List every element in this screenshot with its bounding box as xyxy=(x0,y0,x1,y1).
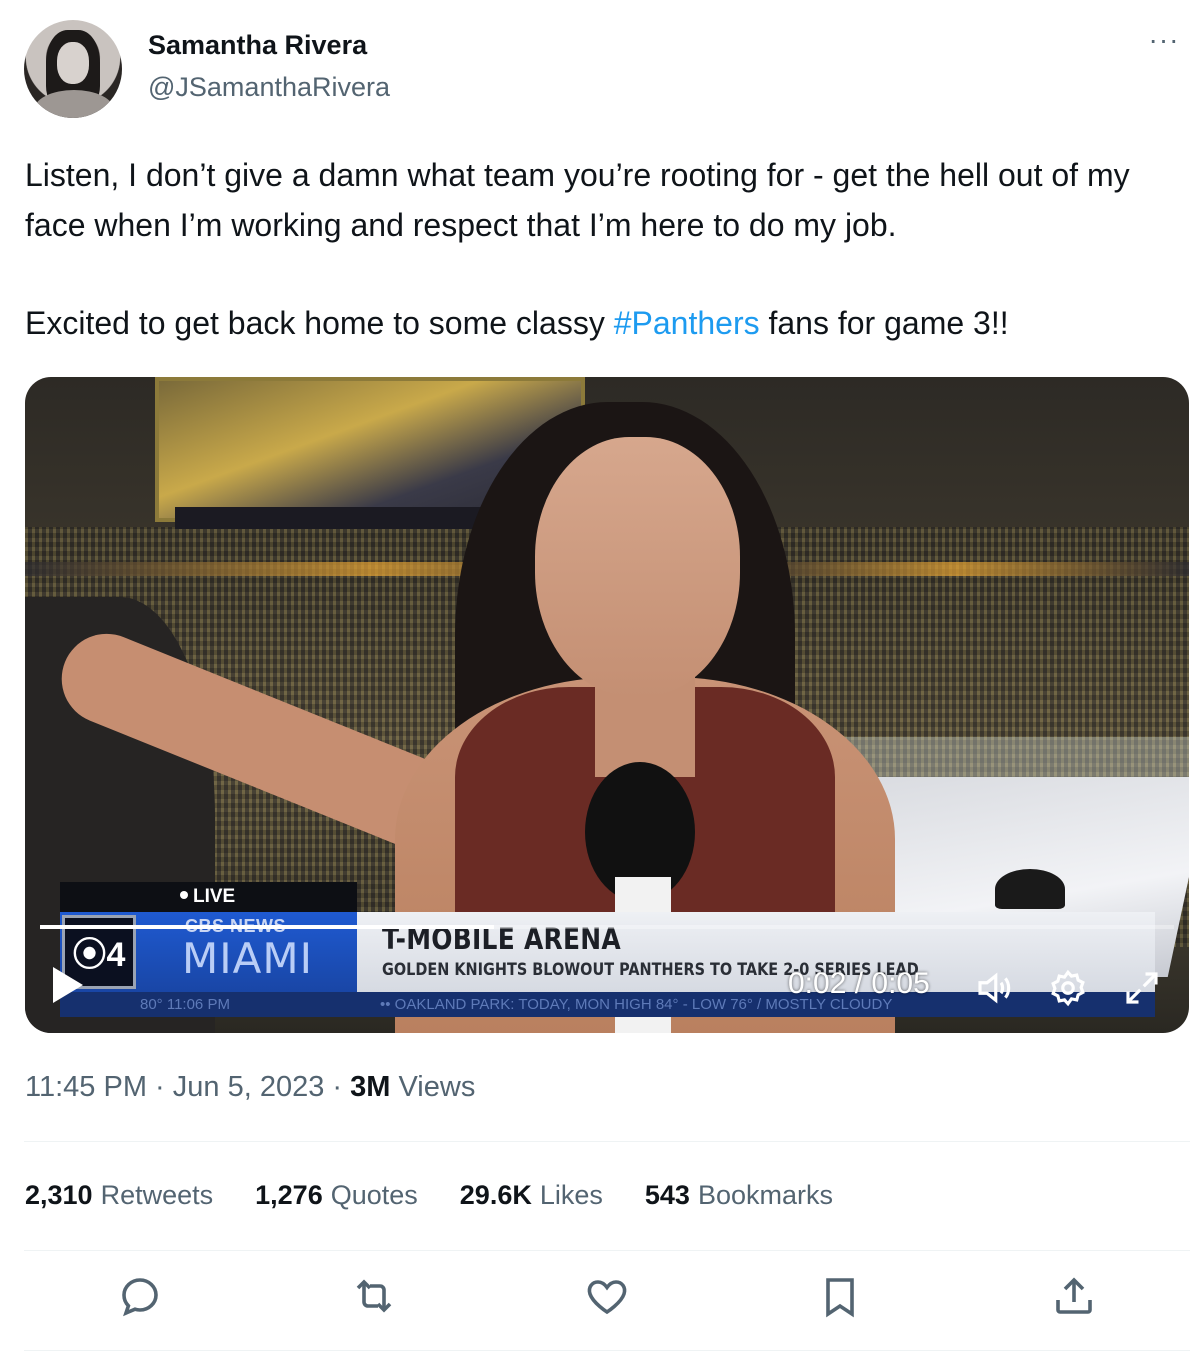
author-name[interactable]: Samantha Rivera xyxy=(148,30,367,61)
bookmark-icon[interactable] xyxy=(816,1272,864,1320)
heart-icon[interactable] xyxy=(583,1272,631,1320)
engagement-stats: 2,310 Retweets 1,276 Quotes 29.6K Likes 543… xyxy=(25,1180,875,1216)
stat-bookmarks[interactable]: 543 Bookmarks xyxy=(645,1180,833,1216)
tweet-text: Listen, I don’t give a damn what team yo… xyxy=(25,150,1185,348)
stat-label: Quotes xyxy=(330,1180,418,1210)
author-handle[interactable]: @JSamanthaRivera xyxy=(148,72,390,103)
stat-count: 543 xyxy=(644,1180,690,1210)
tweet-paragraph-1: Listen, I don’t give a damn what team yo… xyxy=(25,157,1139,243)
views-label: Views xyxy=(398,1071,476,1103)
video-time: 0:02 / 0:05 xyxy=(788,967,930,1000)
stat-label: Likes xyxy=(539,1180,603,1210)
video-progress-bar[interactable] xyxy=(40,925,1174,929)
action-bar xyxy=(0,1272,1200,1332)
tweet-paragraph-2: Excited to get back home to some classy … xyxy=(25,298,1185,348)
stat-count: 2,310 xyxy=(25,1180,93,1210)
city-name: MIAMI xyxy=(182,934,313,983)
stat-count: 1,276 xyxy=(255,1180,323,1210)
divider xyxy=(24,1350,1190,1351)
stat-retweets[interactable]: 2,310 Retweets xyxy=(25,1180,213,1216)
tweet-time[interactable]: 11:45 PM xyxy=(25,1071,147,1103)
tweet-text-segment: fans for game 3!! xyxy=(759,305,1009,341)
station-number: 4 xyxy=(106,936,126,974)
tweet-date[interactable]: Jun 5, 2023 xyxy=(173,1071,325,1103)
play-icon[interactable] xyxy=(53,967,83,1003)
hashtag-link[interactable]: #Panthers xyxy=(614,305,760,341)
video-player[interactable]: LIVE ⦿4 CBS NEWS MIAMI T-MOBILE ARENA GO… xyxy=(25,377,1189,1033)
settings-gear-icon[interactable] xyxy=(1047,967,1089,1009)
volume-icon[interactable] xyxy=(973,967,1015,1009)
share-icon[interactable] xyxy=(1050,1272,1098,1320)
jumbotron-band xyxy=(175,507,515,529)
views-count: 3M xyxy=(350,1071,391,1103)
stat-count: 29.6K xyxy=(459,1180,532,1210)
stat-label: Retweets xyxy=(100,1180,214,1210)
station-brand: ⦿4 CBS NEWS MIAMI xyxy=(60,912,357,992)
headline-box: T-MOBILE ARENA GOLDEN KNIGHTS BLOWOUT PA… xyxy=(357,912,1155,992)
live-tag: LIVE xyxy=(60,882,357,912)
stat-label: Bookmarks xyxy=(697,1180,833,1210)
fullscreen-icon[interactable] xyxy=(1121,967,1163,1009)
reply-icon[interactable] xyxy=(116,1272,164,1320)
stat-quotes[interactable]: 1,276 Quotes xyxy=(255,1180,418,1216)
tweet-meta: 11:45 PM · Jun 5, 2023 · 3M Views xyxy=(25,1071,476,1103)
video-progress-fill xyxy=(40,925,494,929)
reporter-face xyxy=(535,437,740,697)
tweet-header: Samantha Rivera @JSamanthaRivera ··· xyxy=(24,20,1184,120)
live-label: LIVE xyxy=(193,886,236,907)
divider xyxy=(24,1141,1190,1142)
more-icon[interactable]: ··· xyxy=(1144,26,1184,60)
divider xyxy=(24,1250,1190,1251)
ticker-temp: 80° 11:06 PM xyxy=(140,996,230,1013)
retweet-icon[interactable] xyxy=(350,1272,398,1320)
tweet-text-segment: Excited to get back home to some classy xyxy=(25,305,614,341)
stat-likes[interactable]: 29.6K Likes xyxy=(460,1180,603,1216)
avatar[interactable] xyxy=(24,20,122,118)
